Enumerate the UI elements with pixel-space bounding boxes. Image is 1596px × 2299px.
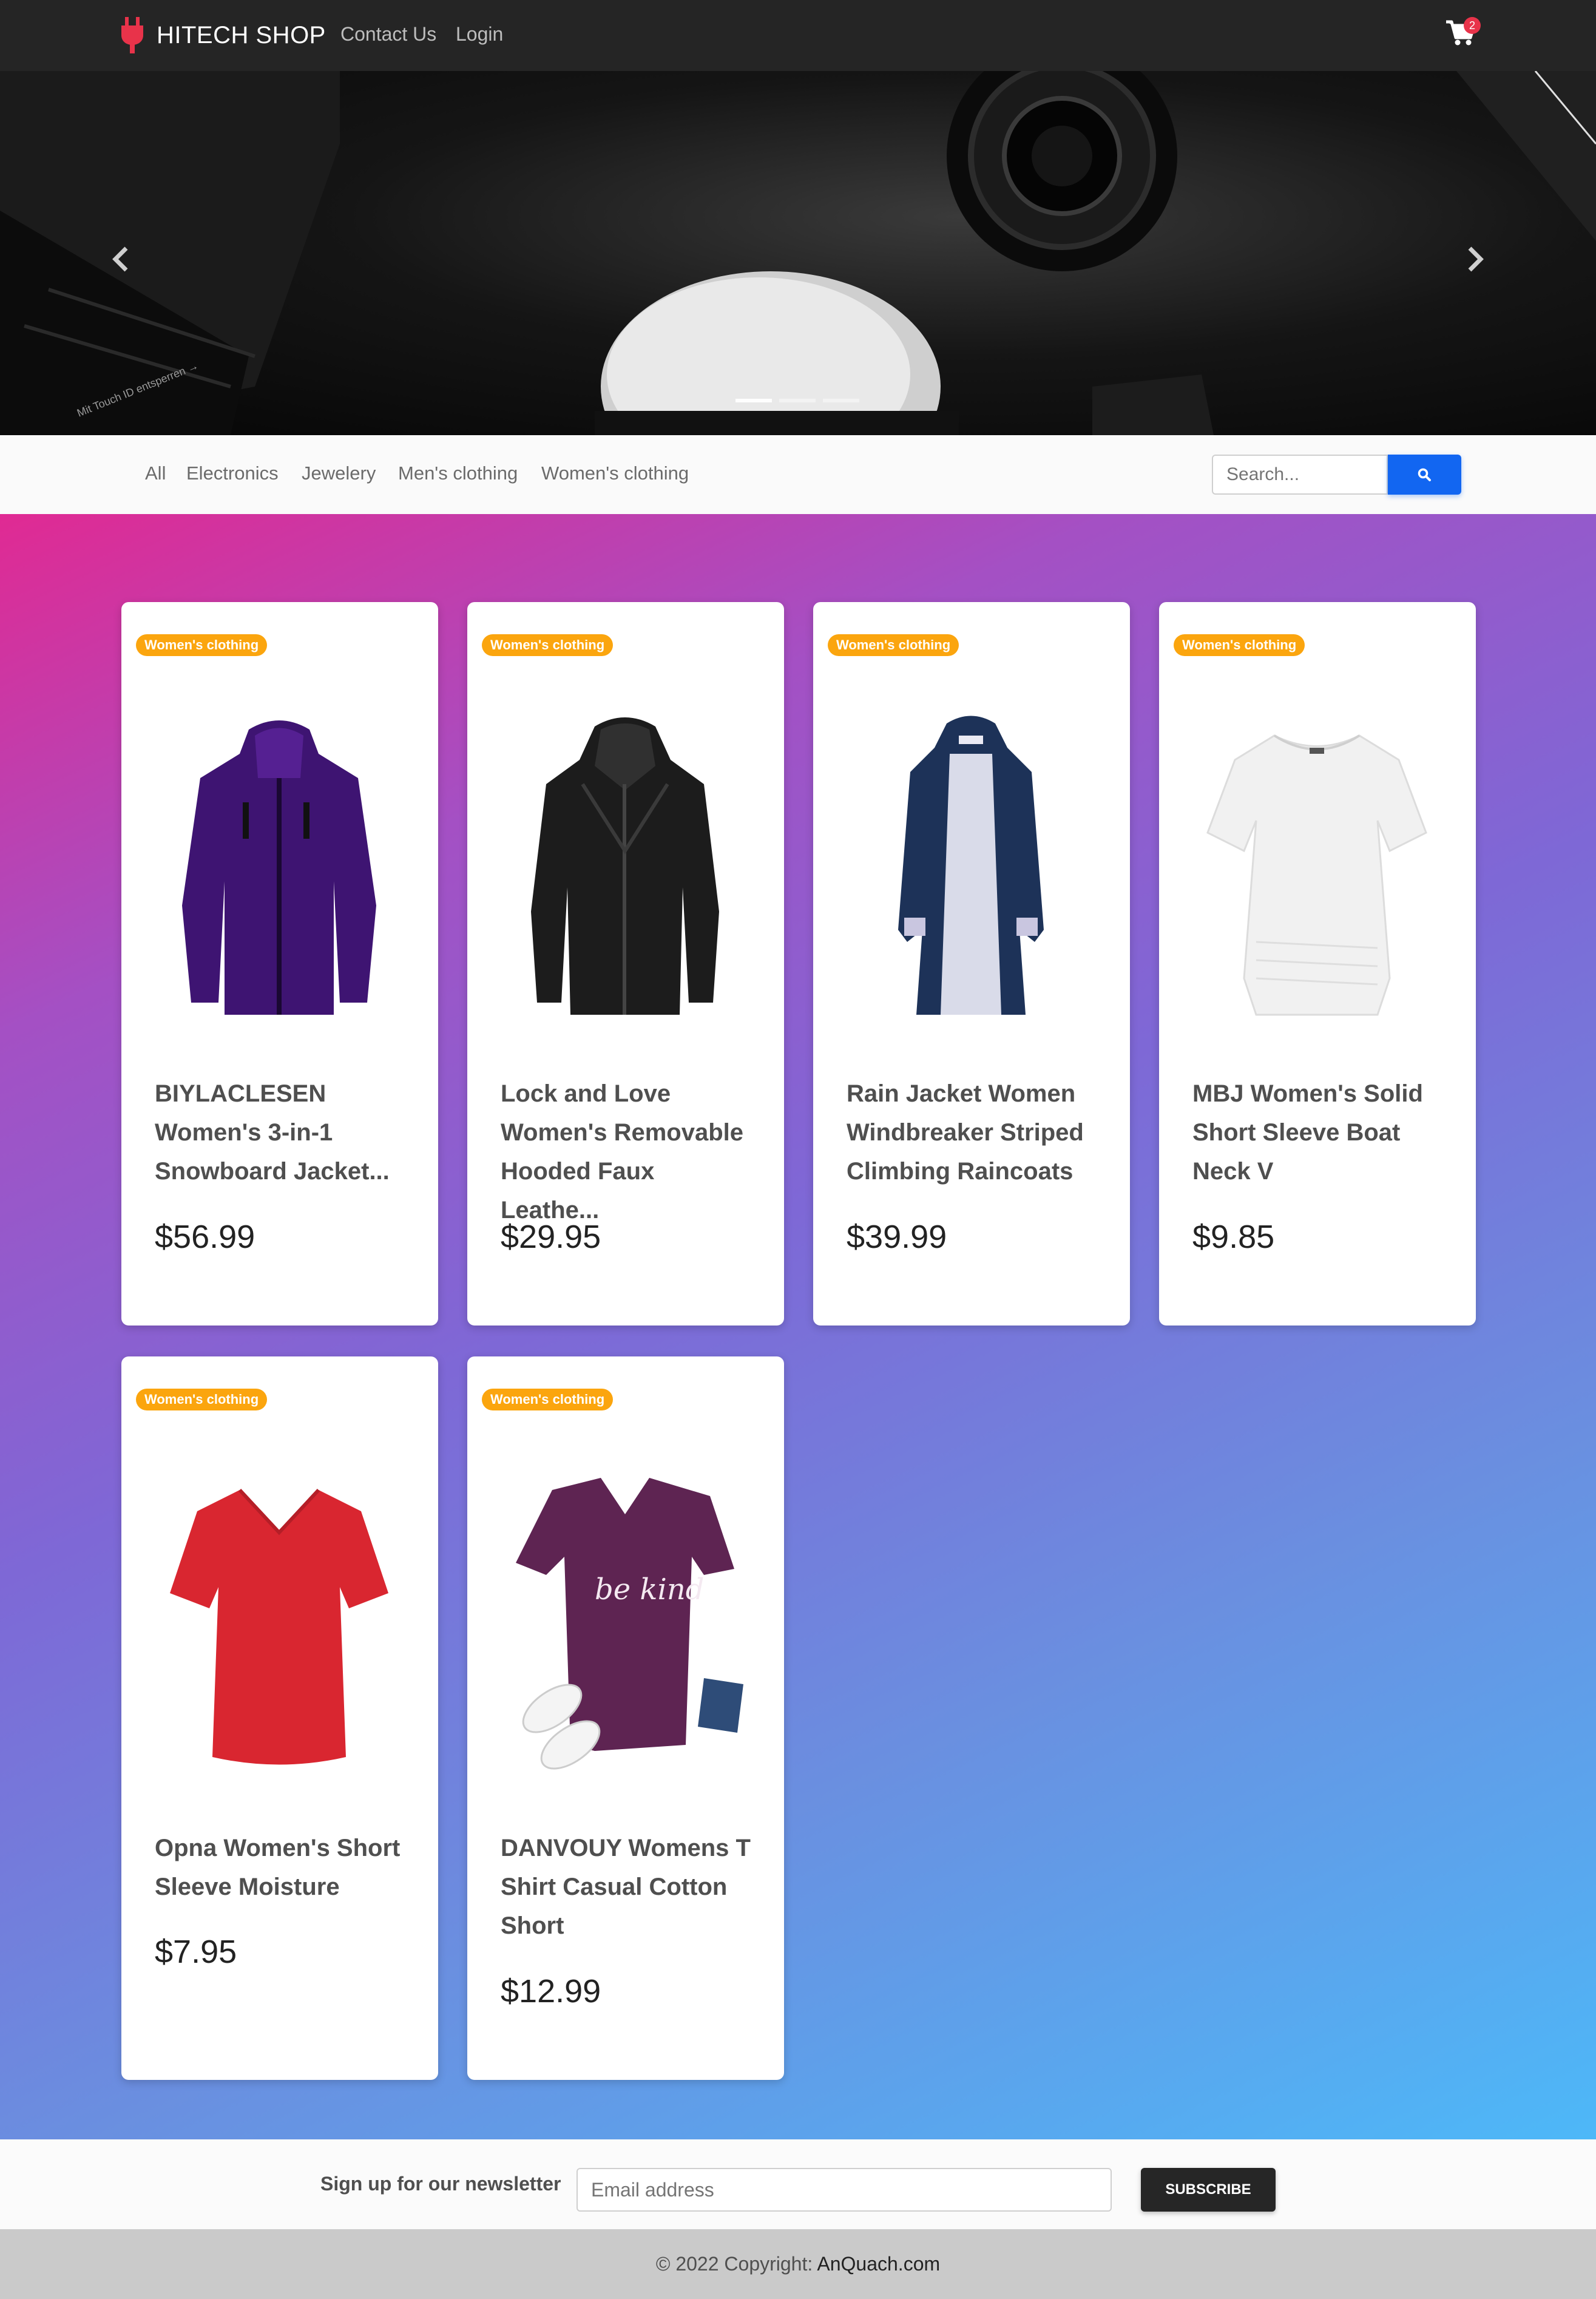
footer-site-link[interactable]: AnQuach.com <box>817 2253 940 2275</box>
product-image <box>170 1488 388 1765</box>
shirt-print: be kind <box>595 1573 704 1607</box>
category-badge: Women's clothing <box>828 634 959 656</box>
product-card[interactable]: Women's clothing BIYLACLESEN Women's 3-i… <box>121 602 438 1326</box>
category-mens-clothing[interactable]: Men's clothing <box>398 462 518 484</box>
product-card[interactable]: Women's clothing Opna Women's Short Slee… <box>121 1356 438 2080</box>
hero-carousel: Mit Touch ID entsperren → <box>0 71 1596 435</box>
footer: © 2022 Copyright: AnQuach.com <box>0 2229 1596 2299</box>
hero-image: Mit Touch ID entsperren → <box>0 71 1596 435</box>
category-badge: Women's clothing <box>136 634 268 656</box>
category-badge: Women's clothing <box>1174 634 1305 656</box>
brand-name: HITECH SHOP <box>157 21 326 49</box>
product-price: $7.95 <box>155 1934 237 1970</box>
nav-link-login[interactable]: Login <box>456 23 503 46</box>
product-image <box>1206 734 1427 1016</box>
product-card[interactable]: Women's clothing Lock and Love Women's R… <box>467 602 784 1326</box>
product-title[interactable]: BIYLACLESEN Women's 3-in-1 Snowboard Jac… <box>155 1074 410 1191</box>
category-bar: All Electronics Jewelery Men's clothing … <box>0 435 1596 514</box>
category-badge: Women's clothing <box>482 1389 614 1410</box>
search-button[interactable] <box>1388 455 1461 495</box>
category-badge: Women's clothing <box>136 1389 268 1410</box>
category-jewelery[interactable]: Jewelery <box>302 462 376 484</box>
nav-link-contact[interactable]: Contact Us <box>340 23 436 46</box>
product-price: $39.99 <box>847 1219 947 1255</box>
product-image <box>531 717 719 1015</box>
product-price: $9.85 <box>1192 1219 1275 1255</box>
product-title[interactable]: Rain Jacket Women Windbreaker Striped Cl… <box>847 1074 1101 1191</box>
newsletter-label: Sign up for our newsletter <box>320 2173 561 2195</box>
carousel-prev-icon[interactable] <box>102 235 138 283</box>
plug-icon <box>121 17 143 53</box>
search-icon <box>1418 468 1431 481</box>
carousel-indicators <box>735 399 859 402</box>
product-card[interactable]: Women's clothing Rain Jacket Women Windb… <box>813 602 1130 1326</box>
category-all[interactable]: All <box>145 462 166 484</box>
product-title[interactable]: Opna Women's Short Sleeve Moisture <box>155 1829 410 1906</box>
product-title[interactable]: Lock and Love Women's Removable Hooded F… <box>501 1074 756 1230</box>
cart-count-badge: 2 <box>1464 17 1481 34</box>
carousel-indicator[interactable] <box>735 399 772 402</box>
product-image <box>898 716 1044 1015</box>
search-input[interactable] <box>1212 455 1388 495</box>
product-title[interactable]: DANVOUY Womens T Shirt Casual Cotton Sho… <box>501 1829 756 1945</box>
product-section: Women's clothing BIYLACLESEN Women's 3-i… <box>0 514 1596 2139</box>
subscribe-button[interactable]: SUBSCRIBE <box>1141 2168 1276 2212</box>
product-price: $29.95 <box>501 1219 601 1255</box>
product-card[interactable]: Women's clothing be kind DANVOUY Womens … <box>467 1356 784 2080</box>
product-image: be kind <box>516 1478 743 1770</box>
category-electronics[interactable]: Electronics <box>186 462 279 484</box>
product-price: $12.99 <box>501 1973 601 2010</box>
newsletter-section: Sign up for our newsletter SUBSCRIBE <box>0 2139 1596 2229</box>
product-price: $56.99 <box>155 1219 255 1255</box>
category-badge: Women's clothing <box>482 634 614 656</box>
email-field[interactable] <box>577 2168 1112 2212</box>
product-image <box>182 720 376 1015</box>
product-title[interactable]: MBJ Women's Solid Short Sleeve Boat Neck… <box>1192 1074 1447 1191</box>
carousel-indicator[interactable] <box>823 399 859 402</box>
carousel-next-icon[interactable] <box>1458 235 1494 283</box>
copyright-text: © 2022 Copyright: <box>655 2253 813 2275</box>
product-card[interactable]: Women's clothing MBJ Women's Solid Short… <box>1159 602 1476 1326</box>
brand-link[interactable]: HITECH SHOP <box>119 17 326 53</box>
category-womens-clothing[interactable]: Women's clothing <box>541 462 689 484</box>
navbar: HITECH SHOP Contact Us Login 2 <box>0 0 1596 71</box>
carousel-indicator[interactable] <box>779 399 816 402</box>
